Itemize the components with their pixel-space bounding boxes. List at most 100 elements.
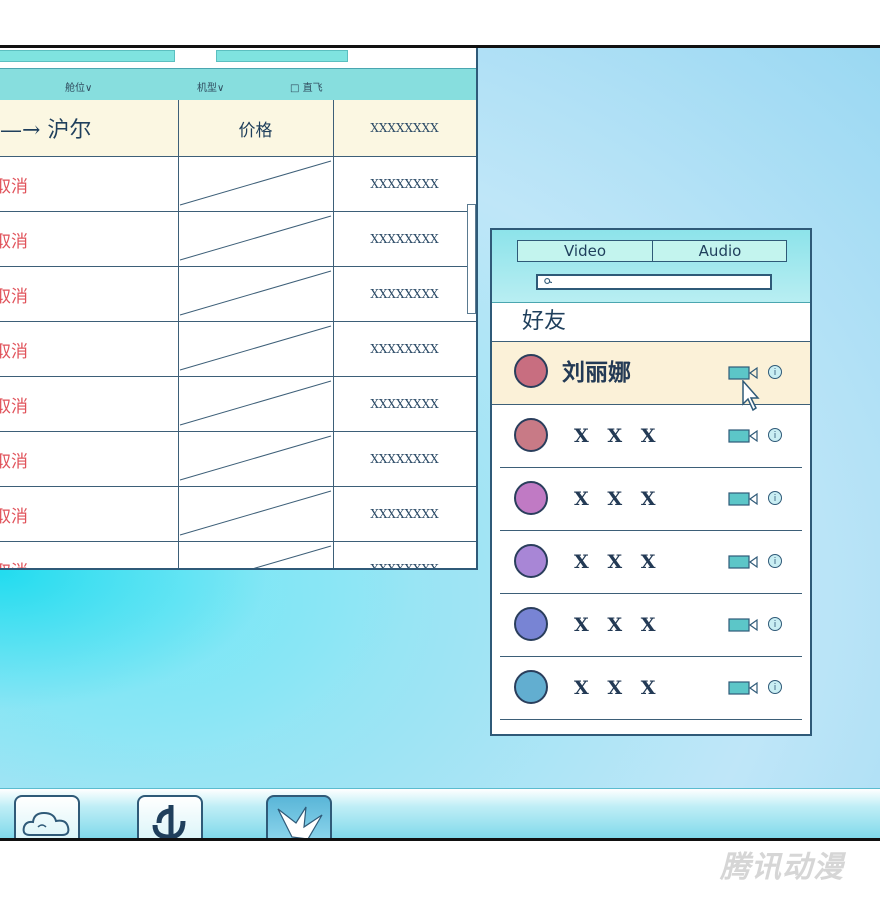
friend-name: X X X: [574, 614, 662, 636]
empty-price-slash: [179, 380, 332, 426]
taskbar: [0, 788, 880, 838]
cancel-status[interactable]: 取消: [0, 502, 28, 527]
window-tab[interactable]: [216, 50, 348, 62]
empty-price-slash: [179, 490, 332, 536]
empty-price-slash: [253, 545, 332, 568]
table-row[interactable]: 取消 XXXXXXXX: [0, 267, 476, 322]
empty-price-slash: [179, 160, 332, 206]
status-cell: 取消: [0, 267, 179, 321]
cancel-status[interactable]: 取消: [0, 282, 28, 307]
price-cell: [178, 487, 334, 541]
info-icon[interactable]: i: [768, 365, 782, 379]
status-cell: 取消: [0, 157, 179, 211]
tab-audio[interactable]: Audio: [652, 241, 787, 261]
cancel-status[interactable]: 取消: [0, 447, 28, 472]
avatar: [514, 481, 548, 515]
friends-section-title: 好友: [492, 302, 810, 342]
avatar: [514, 544, 548, 578]
table-row[interactable]: 取消 XXXXXXXX: [0, 212, 476, 267]
value-cell: XXXXXXXX: [370, 342, 439, 356]
aircraft-filter-dropdown[interactable]: 机型∨: [197, 79, 224, 94]
price-cell: [178, 377, 334, 431]
empty-price-slash: [179, 435, 332, 481]
friend-item[interactable]: X X Xi: [500, 405, 802, 468]
flight-table: —→ 沪尔 价格 XXXXXXXX 取消XXXXXXXX取消XXXXXXXX取消…: [0, 100, 476, 570]
video-camera-icon[interactable]: [728, 681, 758, 695]
direct-flight-checkbox[interactable]: □ 直飞: [290, 79, 323, 94]
bird-app-icon[interactable]: [266, 795, 332, 838]
video-camera-icon[interactable]: [728, 618, 758, 632]
friend-item[interactable]: X X Xi: [500, 657, 802, 720]
price-header: 价格: [178, 100, 334, 156]
friend-name: X X X: [574, 677, 662, 699]
chat-app-icon[interactable]: [137, 795, 203, 838]
table-row[interactable]: 取消 XXXXXXXX: [0, 377, 476, 432]
friend-item-selected[interactable]: 刘丽娜 i: [492, 342, 810, 412]
cancel-status[interactable]: 取消: [0, 337, 28, 362]
video-camera-icon[interactable]: [728, 429, 758, 443]
value-cell: XXXXXXXX: [370, 177, 439, 191]
cabin-filter-dropdown[interactable]: 舱位∨: [65, 79, 92, 94]
desktop-screen: 舱位∨ 机型∨ □ 直飞 —→ 沪尔 价格 XXXXXXXX 取消 XXXXXXX…: [0, 45, 880, 841]
friend-name: X X X: [574, 551, 662, 573]
cancel-status[interactable]: 取消: [0, 172, 28, 197]
window-tab[interactable]: [0, 50, 175, 62]
value-cell: XXXXXXXX: [370, 452, 439, 466]
video-camera-icon[interactable]: [728, 366, 758, 380]
info-icon[interactable]: i: [768, 554, 782, 568]
avatar: [514, 670, 548, 704]
empty-price-slash: [179, 270, 332, 316]
cancel-status[interactable]: 取消: [0, 392, 28, 417]
friend-item[interactable]: X X Xi: [500, 531, 802, 594]
price-cell: [178, 157, 334, 211]
price-cell: [178, 432, 334, 486]
price-cell: [178, 267, 334, 321]
cancel-status[interactable]: 取消: [0, 227, 28, 252]
status-cell: 取消: [0, 542, 179, 569]
friend-item[interactable]: X X Xi: [500, 468, 802, 531]
friends-window-toolbar: Video Audio: [492, 230, 810, 303]
table-row[interactable]: 取消 XXXXXXXX: [0, 157, 476, 212]
avatar: [514, 354, 548, 388]
status-cell: 取消: [0, 322, 179, 376]
friend-name: 刘丽娜: [562, 360, 631, 386]
scrollbar-thumb[interactable]: [467, 204, 476, 314]
status-cell: 取消: [0, 377, 179, 431]
value-cell: XXXXXXXX: [370, 232, 439, 246]
info-icon[interactable]: i: [768, 428, 782, 442]
watermark-logo: 腾讯动漫: [720, 850, 844, 885]
avatar: [514, 418, 548, 452]
info-icon[interactable]: i: [768, 491, 782, 505]
cancel-status[interactable]: 取消: [0, 557, 28, 569]
video-camera-icon[interactable]: [728, 555, 758, 569]
value-cell: XXXXXXXX: [370, 397, 439, 411]
friend-name: X X X: [574, 425, 662, 447]
flight-results-window: 舱位∨ 机型∨ □ 直飞 —→ 沪尔 价格 XXXXXXXX 取消 XXXXXXX…: [0, 48, 478, 570]
value-cell: XXXXXXXX: [370, 287, 439, 301]
video-camera-icon[interactable]: [728, 492, 758, 506]
value-cell: XXXXXXXX: [370, 507, 439, 521]
tab-video[interactable]: Video: [518, 241, 652, 261]
info-icon[interactable]: i: [768, 617, 782, 631]
search-icon: [544, 278, 552, 284]
status-cell: 取消: [0, 432, 179, 486]
status-cell: 取消: [0, 487, 179, 541]
price-cell: [178, 212, 334, 266]
value-cell: XXXXXXXX: [370, 562, 439, 570]
info-icon[interactable]: i: [768, 680, 782, 694]
filter-bar: 舱位∨ 机型∨ □ 直飞: [0, 68, 476, 102]
table-row[interactable]: 取消 XXXXXXXX: [0, 542, 476, 570]
table-row[interactable]: 取消 XXXXXXXX: [0, 322, 476, 377]
table-row[interactable]: 取消 XXXXXXXX: [0, 487, 476, 542]
empty-price-slash: [179, 325, 332, 371]
table-header-row: —→ 沪尔 价格 XXXXXXXX: [0, 100, 476, 157]
value-header: XXXXXXXX: [370, 121, 439, 135]
cloud-icon[interactable]: [14, 795, 80, 838]
route-header: —→ 沪尔: [0, 100, 179, 156]
status-cell: 取消: [0, 212, 179, 266]
table-row[interactable]: 取消 XXXXXXXX: [0, 432, 476, 487]
friend-item[interactable]: X X Xi: [500, 594, 802, 657]
friend-search-input[interactable]: [536, 274, 772, 290]
friend-name: X X X: [574, 488, 662, 510]
window-tabs: [0, 48, 476, 68]
